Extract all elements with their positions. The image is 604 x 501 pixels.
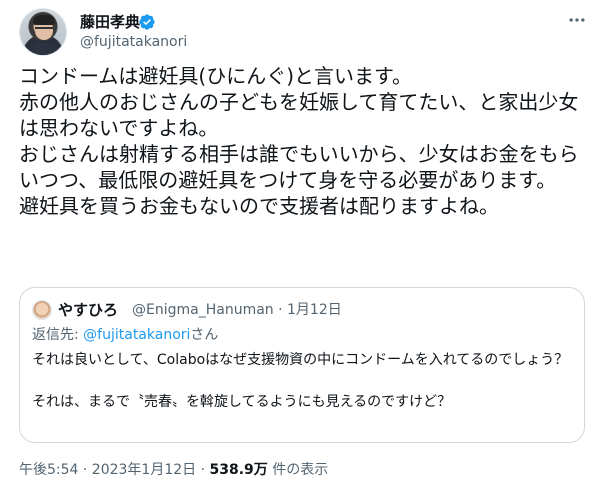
quoted-tweet-text: それは良いとして、Colaboはなぜ支援物資の中にコンドームを入れてるのでしょう… [32,352,569,410]
tweet-meta: 午後5:54 · 2023年1月12日 · 538.9万 件の表示 [19,461,328,479]
quoted-author-handle-time: @Enigma_Hanuman · 1月12日 [132,302,342,318]
author-handle[interactable]: @fujitatakanori [80,33,187,51]
tweet-timestamp[interactable]: 午後5:54 · 2023年1月12日 · [19,462,210,478]
verified-badge-icon [139,14,155,30]
reply-to-handle-link[interactable]: @fujitatakanori [83,327,190,343]
reply-to-suffix: さん [190,327,219,343]
quoted-author-display-name: やすひろ [58,301,119,319]
tweet-header: 藤田孝典 @fujitatakanori [19,8,589,58]
author-avatar[interactable] [19,8,67,56]
reply-to-prefix: 返信先: [32,327,84,343]
author-display-name[interactable]: 藤田孝典 [80,12,140,32]
tweet-text: コンドームは避妊具(ひにんぐ)と言います。 赤の他人のおじさんの子どもを妊娠して… [19,64,579,218]
views-count: 538.9万 [209,462,268,478]
reply-to-line: 返信先: @fujitatakanoriさん [32,326,218,344]
more-horizontal-icon[interactable] [567,10,587,30]
quoted-tweet[interactable]: やすひろ @Enigma_Hanuman · 1月12日 返信先: @fujit… [19,287,585,443]
quoted-author-avatar [32,300,52,320]
views-label: 件の表示 [267,462,329,478]
